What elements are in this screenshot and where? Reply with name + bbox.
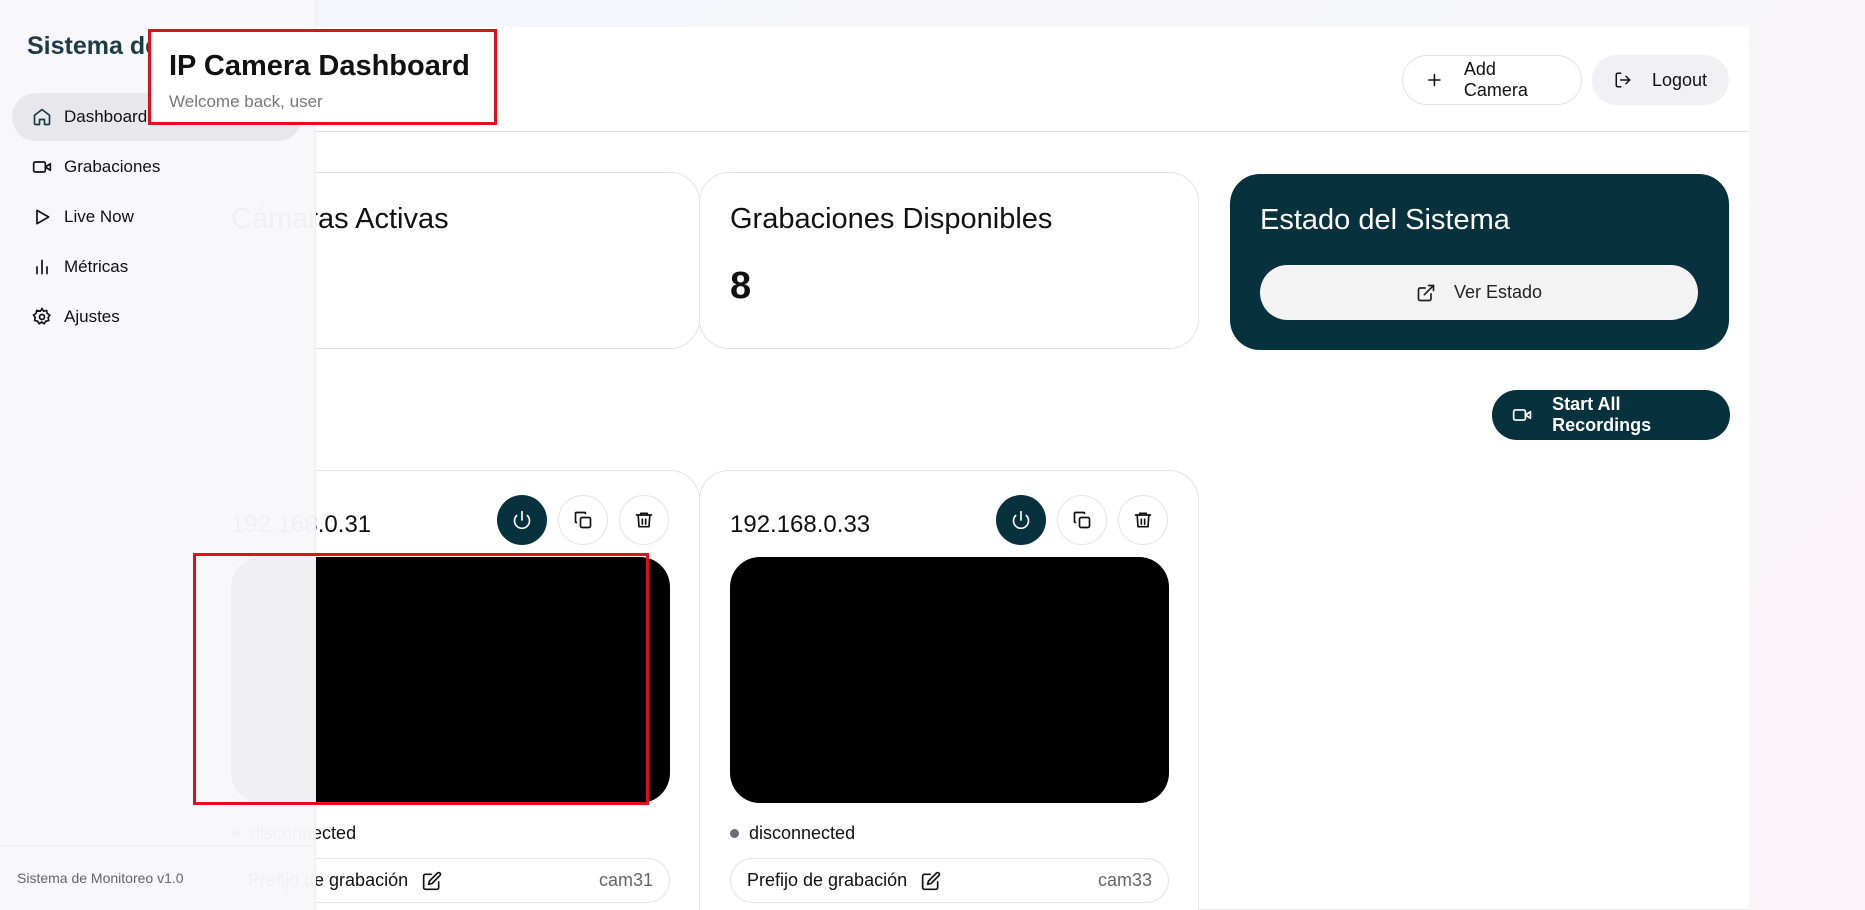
plus-icon: [1428, 73, 1441, 87]
sidebar-item-label: Ajustes: [64, 307, 120, 326]
ver-estado-button[interactable]: Ver Estado: [1260, 265, 1698, 320]
copy-icon: [1073, 511, 1091, 529]
sidebar-nav: Dashboard Grabaciones Live Now Métricas …: [12, 93, 302, 343]
stat-title-system: Estado del Sistema: [1260, 204, 1510, 236]
logout-button[interactable]: Logout: [1592, 55, 1729, 105]
start-all-recordings-button[interactable]: Start All Recordings: [1492, 390, 1730, 440]
stat-card-recordings: Grabaciones Disponibles 8: [699, 172, 1199, 349]
camera-status: disconnected: [730, 823, 855, 844]
ver-estado-label: Ver Estado: [1453, 282, 1543, 302]
sidebar-item-metricas[interactable]: Métricas: [12, 243, 302, 291]
add-camera-label: Add Camera: [1463, 59, 1528, 100]
power-icon: [1012, 510, 1030, 530]
video-icon: [1512, 409, 1532, 421]
home-icon: [33, 108, 51, 126]
edit-icon[interactable]: [921, 871, 941, 891]
sidebar-item-label: Grabaciones: [64, 157, 161, 176]
sidebar-item-live-now[interactable]: Live Now: [12, 193, 302, 241]
bar-chart-icon: [36, 259, 48, 275]
external-link-icon: [1417, 284, 1435, 301]
sidebar-item-ajustes[interactable]: Ajustes: [12, 293, 302, 341]
power-button[interactable]: [497, 495, 547, 545]
page-subtitle: Welcome back, user: [169, 92, 323, 111]
recording-prefix-field[interactable]: Prefijo de grabación cam33: [730, 858, 1169, 903]
sidebar-footer: Sistema de Monitoreo v1.0: [0, 845, 316, 886]
stat-value-recordings: 8: [730, 265, 752, 307]
stat-title-recordings: Grabaciones Disponibles: [730, 203, 1053, 235]
camera-video-feed[interactable]: [730, 557, 1169, 803]
edit-icon[interactable]: [422, 871, 442, 891]
prefix-value: cam33: [1097, 870, 1152, 890]
power-button[interactable]: [996, 495, 1046, 545]
sidebar: Sistema de Monitoreo Dashboard Grabacion…: [0, 0, 316, 910]
logout-label: Logout: [1651, 69, 1707, 90]
start-all-label: Start All Recordings: [1552, 394, 1652, 435]
power-icon: [513, 510, 531, 530]
logout-icon: [1615, 72, 1631, 88]
page-header: IP Camera Dashboard Welcome back, user: [148, 29, 497, 125]
page-title: IP Camera Dashboard: [169, 50, 470, 82]
sidebar-item-label: Dashboard: [64, 107, 148, 126]
sidebar-item-grabaciones[interactable]: Grabaciones: [12, 143, 302, 191]
prefix-label: Prefijo de grabación: [747, 870, 908, 890]
stat-card-system: Estado del Sistema Ver Estado: [1230, 174, 1729, 350]
camera-ip: 192.168.0.33: [730, 511, 871, 538]
copy-button[interactable]: [558, 495, 608, 545]
delete-button[interactable]: [619, 495, 669, 545]
video-icon: [32, 161, 52, 173]
status-dot-icon: [730, 829, 739, 838]
trash-icon: [1134, 512, 1152, 528]
camera-card: 192.168.0.33 disconnected Prefijo de gra…: [699, 470, 1199, 910]
delete-button[interactable]: [1118, 495, 1168, 545]
copy-button[interactable]: [1057, 495, 1107, 545]
trash-icon: [635, 512, 653, 528]
sidebar-item-label: Métricas: [64, 257, 129, 276]
play-icon: [36, 209, 50, 225]
app-window: Add Camera Logout Cámaras Activas Grabac…: [0, 0, 1865, 910]
camera-actions: [996, 495, 1168, 545]
camera-status-text: disconnected: [749, 823, 856, 843]
sidebar-item-label: Live Now: [64, 207, 134, 226]
camera-actions: [497, 495, 669, 545]
prefix-value: cam31: [598, 870, 653, 890]
add-camera-button[interactable]: Add Camera: [1402, 55, 1582, 105]
copy-icon: [574, 511, 592, 529]
gear-icon: [32, 307, 51, 325]
